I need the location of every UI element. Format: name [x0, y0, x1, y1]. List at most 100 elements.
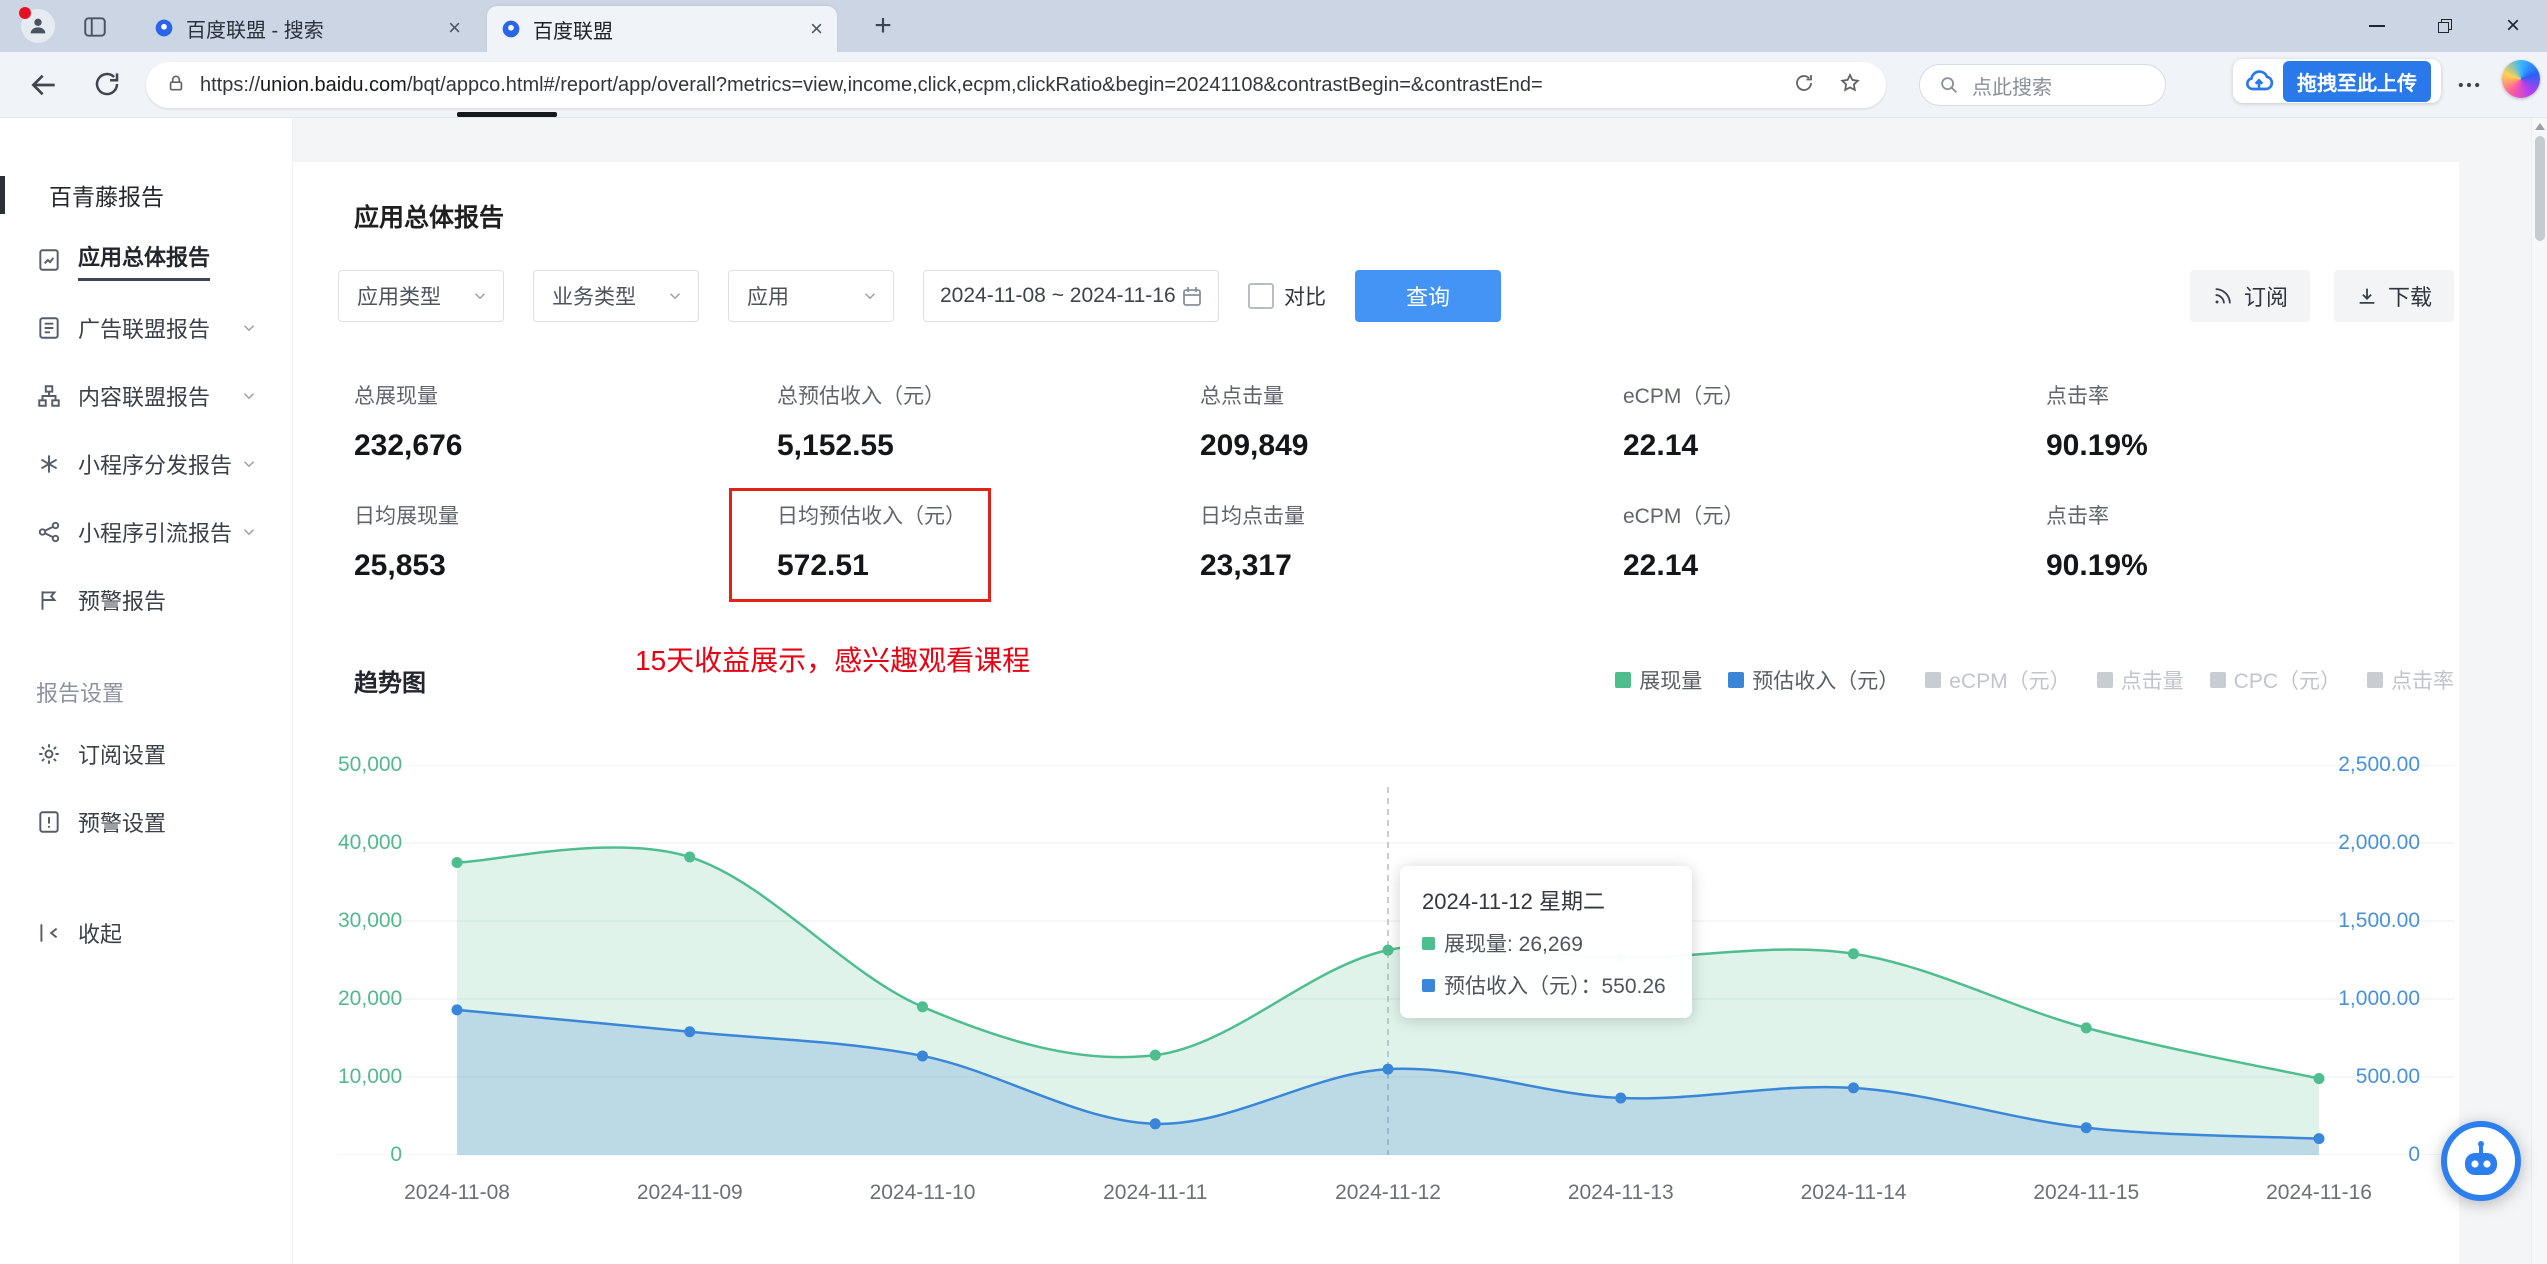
query-button[interactable]: 查询	[1355, 270, 1501, 322]
app-type-select[interactable]: 应用类型	[338, 270, 504, 322]
ad-report-icon	[39, 317, 59, 339]
minimize-icon	[2369, 25, 2385, 27]
x-axis-label: 2024-11-16	[2266, 1181, 2372, 1204]
upload-drop-widget[interactable]: 拖拽至此上传	[2233, 59, 2441, 103]
search-placeholder: 点此搜索	[1972, 76, 2052, 99]
gear-icon	[39, 744, 59, 764]
content-area: 应用总体报告 应用类型 业务类型 应用 2024-11-08 ~ 2024-11…	[293, 118, 2531, 1264]
sidebar-accent-bar	[0, 176, 5, 214]
sidebar-item-alert-settings[interactable]: 预警设置	[0, 788, 292, 856]
translate-icon[interactable]	[1792, 71, 1816, 100]
tab-favicon	[155, 19, 173, 37]
y-axis-tick: 10,000	[338, 1065, 403, 1088]
sidebar-item-subscribe-settings[interactable]: 订阅设置	[0, 720, 292, 788]
report-panel: 应用总体报告 应用类型 业务类型 应用 2024-11-08 ~ 2024-11…	[293, 162, 2459, 1264]
chevron-down-icon	[474, 293, 486, 300]
sidebar-section-title: 百青藤报告	[49, 184, 164, 210]
download-button[interactable]: 下载	[2333, 270, 2454, 322]
sidebar: 百青藤报告 应用总体报告 广告联盟报告 内容联盟报告 小程序分发报告 小程序引流…	[0, 118, 293, 1264]
stat-daily-clicks: 日均点击量 23,317	[1200, 505, 1305, 582]
legend-item-0[interactable]: 展现量	[1615, 665, 1702, 695]
checkbox-icon[interactable]	[1248, 283, 1274, 309]
rss-icon	[2215, 288, 2231, 304]
robot-icon	[2441, 1121, 2521, 1201]
tooltip-row: 预估收入（元）：550.26	[1422, 970, 1670, 1000]
cloud-upload-icon	[2246, 70, 2274, 91]
sidebar-item-ad-union-report[interactable]: 广告联盟报告	[0, 294, 292, 362]
x-axis-label: 2024-11-14	[1800, 1181, 1907, 1204]
legend-item-3[interactable]: 点击量	[2096, 665, 2184, 695]
address-bar[interactable]: https://union.baidu.com/bqt/appco.html#/…	[146, 62, 1886, 108]
chevron-down-icon	[243, 325, 255, 332]
tab-close-icon[interactable]: ×	[810, 18, 823, 40]
app-select[interactable]: 应用	[728, 270, 894, 322]
chevron-down-icon	[243, 393, 255, 400]
chart-plot[interactable]	[338, 765, 2454, 1155]
chart-legend: 展现量 预估收入（元） eCPM（元） 点击量 CPC（元） 点击率	[1615, 665, 2454, 695]
stat-daily-ctr: 点击率 90.19%	[2046, 505, 2148, 582]
tab-title: 百度联盟 - 搜索	[186, 19, 324, 42]
sidebar-settings-section-title: 报告设置	[36, 681, 125, 706]
subscribe-button[interactable]: 订阅	[2189, 270, 2310, 322]
refresh-icon[interactable]	[92, 69, 124, 101]
sidebar-item-alert-report[interactable]: 预警报告	[0, 566, 292, 634]
favorite-star-icon[interactable]	[1838, 71, 1862, 100]
tab-title: 百度联盟	[533, 20, 613, 43]
business-type-select[interactable]: 业务类型	[533, 270, 699, 322]
stat-daily-income: 日均预估收入（元） 572.51	[729, 488, 1200, 602]
progress-indicator	[457, 112, 557, 117]
sidebar-item-app-overall-report[interactable]: 应用总体报告	[0, 226, 292, 294]
new-tab-button[interactable]: +	[866, 11, 900, 42]
legend-swatch	[2367, 672, 2383, 688]
stat-daily-impressions: 日均展现量 25,853	[354, 505, 459, 582]
tab-strip: 百度联盟 - 搜索 × 百度联盟 × + ×	[0, 0, 2547, 52]
restore-icon	[2438, 19, 2452, 33]
trend-title: 趋势图	[354, 669, 426, 697]
x-axis-label: 2024-11-09	[636, 1181, 743, 1204]
legend-item-5[interactable]: 点击率	[2367, 665, 2454, 695]
scrollbar-thumb[interactable]	[2535, 136, 2545, 241]
assistant-widget[interactable]	[2440, 1120, 2522, 1202]
back-icon[interactable]	[28, 69, 60, 101]
stats-row-total: 总展现量 232,676 总预估收入（元） 5,152.55 总点击量 209,…	[354, 384, 2454, 466]
workspace-icon[interactable]	[80, 12, 110, 42]
page-scrollbar[interactable]	[2531, 118, 2547, 1264]
legend-item-2[interactable]: eCPM（元）	[1925, 665, 2071, 695]
scroll-up-icon[interactable]	[2534, 123, 2545, 130]
copilot-icon[interactable]	[2502, 60, 2540, 98]
chevron-down-icon	[864, 293, 876, 300]
url-text: https://union.baidu.com/bqt/appco.html#/…	[200, 73, 1543, 96]
close-button[interactable]: ×	[2479, 0, 2547, 52]
minimize-button[interactable]	[2343, 0, 2411, 52]
sidebar-item-miniapp-traffic-report[interactable]: 小程序引流报告	[0, 498, 292, 566]
tab-baidu-union[interactable]: 百度联盟 ×	[487, 6, 837, 52]
tree-icon	[38, 385, 60, 407]
tooltip-swatch	[1422, 978, 1435, 992]
profile-avatar[interactable]	[19, 7, 55, 43]
tab-close-icon[interactable]: ×	[448, 17, 461, 39]
filter-bar: 应用类型 业务类型 应用 2024-11-08 ~ 2024-11-16 对比 …	[338, 270, 2454, 322]
restore-button[interactable]	[2411, 0, 2479, 52]
stats-summary: 总展现量 232,676 总预估收入（元） 5,152.55 总点击量 209,…	[354, 384, 2454, 602]
legend-item-4[interactable]: CPC（元）	[2209, 665, 2341, 695]
sidebar-collapse-button[interactable]: 收起	[0, 899, 292, 967]
stat-total-clicks: 总点击量 209,849	[1200, 385, 1309, 462]
x-axis-label: 2024-11-15	[2033, 1181, 2140, 1204]
y-axis-tick: 40,000	[338, 831, 403, 854]
y-axis-tick: 2,500.00	[2338, 753, 2420, 776]
x-axis-label: 2024-11-10	[869, 1181, 976, 1204]
more-menu-icon[interactable]	[2455, 71, 2483, 104]
sidebar-item-content-union-report[interactable]: 内容联盟报告	[0, 362, 292, 430]
y-axis-tick: 2,000.00	[2338, 831, 2420, 854]
date-range-picker[interactable]: 2024-11-08 ~ 2024-11-16	[923, 270, 1219, 322]
browser-search-box[interactable]: 点此搜索	[1919, 64, 2166, 106]
download-icon	[2359, 288, 2375, 304]
compare-checkbox[interactable]: 对比	[1248, 281, 1326, 311]
legend-item-1[interactable]: 预估收入（元）	[1728, 665, 1899, 695]
sidebar-item-miniapp-distribution-report[interactable]: 小程序分发报告	[0, 430, 292, 498]
legend-swatch	[1615, 672, 1632, 688]
upload-button[interactable]: 拖拽至此上传	[2283, 60, 2431, 102]
flag-icon	[41, 591, 57, 610]
stat-daily-ecpm: eCPM（元） 22.14	[1623, 505, 1745, 582]
tab-baidu-search[interactable]: 百度联盟 - 搜索 ×	[140, 8, 475, 48]
